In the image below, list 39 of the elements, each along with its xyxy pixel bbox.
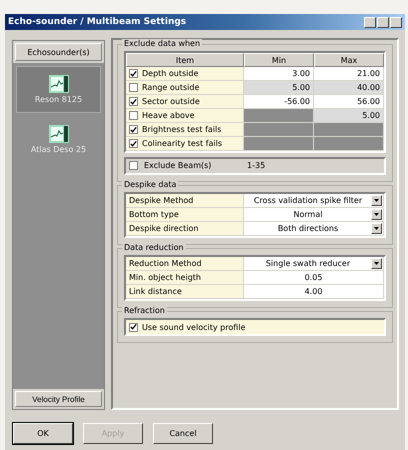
value-cell[interactable]: 5.00	[244, 81, 314, 95]
dropdown-field[interactable]: Both directions	[244, 222, 384, 236]
value-cell[interactable]: 5.00	[314, 109, 384, 123]
row-label: Depth outside	[142, 69, 198, 78]
group-title: Refraction	[122, 306, 167, 315]
column-header[interactable]: Max	[314, 53, 384, 67]
dialog-button[interactable]: Cancel	[153, 422, 213, 444]
row-label: Despike Method	[126, 194, 244, 208]
row-label: Heave above	[142, 111, 195, 120]
group-title: Despike data	[122, 180, 178, 189]
row-label: Exclude Beam(s)	[144, 161, 212, 170]
input-field[interactable]: 0.05	[244, 271, 384, 285]
value-cell[interactable]: 56.00	[314, 95, 384, 109]
value-cell[interactable]: -56.00	[244, 95, 314, 109]
column-header[interactable]: Min	[244, 53, 314, 67]
window-title: Echo-sounder / Multibeam Settings	[8, 17, 186, 27]
row-label: Brightness test fails	[142, 125, 222, 134]
dialog-button[interactable]: OK	[13, 422, 73, 444]
option-label: Use sound velocity profile	[142, 322, 246, 332]
dropdown-field[interactable]: Cross validation spike filter	[244, 194, 384, 208]
value-cell[interactable]: 21.00	[314, 67, 384, 81]
row-label: Bottom type	[126, 208, 244, 222]
value-cell[interactable]: 40.00	[314, 81, 384, 95]
row-label: Colinearity test fails	[142, 139, 222, 148]
row-label: Despike direction	[126, 222, 244, 236]
group-title: Exclude data when	[122, 39, 202, 48]
row-label: Reduction Method	[126, 257, 244, 271]
input-field[interactable]: 4.00	[244, 285, 384, 299]
row-label: Range outside	[142, 83, 200, 92]
row-label: Link distance	[126, 285, 244, 299]
dropdown-field[interactable]: Normal	[244, 208, 384, 222]
dropdown-field[interactable]: Single swath reducer	[244, 257, 384, 271]
row-label: Sector outside	[142, 97, 200, 106]
value-cell[interactable]: 3.00	[244, 67, 314, 81]
sidebar-header[interactable]: Echosounder(s)	[15, 43, 102, 61]
group-title: Data reduction	[122, 243, 186, 252]
row-label: Min. object heigth	[126, 271, 244, 285]
velocity-profile-button[interactable]: Velocity Profile	[15, 391, 102, 407]
column-header[interactable]: Item	[126, 53, 244, 67]
